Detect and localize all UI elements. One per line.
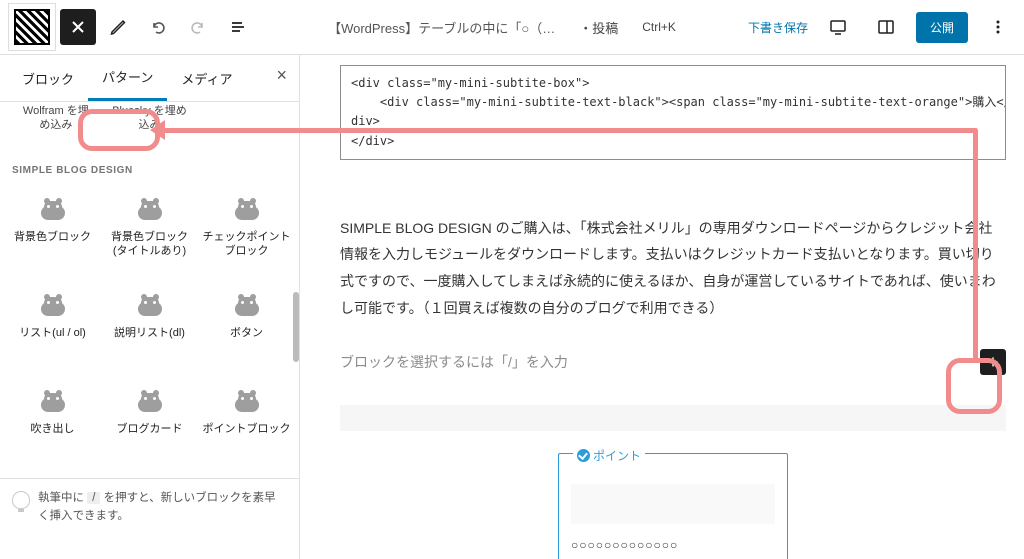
add-block-button[interactable]: + (980, 349, 1006, 375)
point-block[interactable]: ポイント ○○○○○○○○○○○○○ (558, 453, 788, 559)
close-icon[interactable]: × (276, 65, 287, 86)
block-point[interactable]: ポイントブロック (200, 380, 293, 472)
check-icon (577, 449, 590, 462)
top-toolbar: 【WordPress】テーブルの中に「○（… ・投稿 Ctrl+K 下書き保存 … (0, 0, 1024, 55)
point-badge: ポイント (573, 447, 645, 464)
command-shortcut: Ctrl+K (642, 20, 676, 34)
tip-bar: 執筆中に / を押すと、新しいブロックを素早く挿入できます。 (0, 478, 299, 536)
block-bg-color-title[interactable]: 背景色ブロック(タイトルあり) (103, 188, 196, 280)
save-draft-button[interactable]: 下書き保存 (748, 19, 808, 36)
paragraph-block[interactable]: SIMPLE BLOG DESIGN のご購入は、「株式会社メリル」の専用ダウン… (340, 215, 1006, 321)
redo-button[interactable] (180, 9, 216, 45)
sidebar-toggle-icon[interactable] (868, 9, 904, 45)
undo-button[interactable] (140, 9, 176, 45)
block-button[interactable]: ボタン (200, 284, 293, 376)
more-options-icon[interactable] (980, 9, 1016, 45)
lightbulb-icon (12, 491, 30, 509)
block-list[interactable]: リスト(ul / ol) (6, 284, 99, 376)
block-placeholder[interactable]: ブロックを選択するには「/」を入力 (340, 352, 568, 372)
point-inner-placeholder[interactable] (571, 484, 775, 524)
document-title: 【WordPress】テーブルの中に「○（… (328, 18, 555, 37)
block-bg-color[interactable]: 背景色ブロック (6, 188, 99, 280)
block-blogcard[interactable]: ブログカード (103, 380, 196, 472)
tab-patterns[interactable]: パターン (88, 55, 167, 101)
embed-row: Wolfram を埋 め込み Bluesky を埋め 込み (0, 102, 299, 141)
close-inserter-button[interactable] (60, 9, 96, 45)
editor-canvas[interactable]: <div class="my-mini-subtite-box"> <div c… (300, 55, 1024, 559)
spacer-block[interactable] (340, 405, 1006, 431)
point-body-text[interactable]: ○○○○○○○○○○○○○ (571, 538, 775, 552)
embed-bluesky[interactable]: Bluesky を埋め 込み (106, 104, 194, 133)
publish-button[interactable]: 公開 (916, 12, 968, 43)
edit-icon[interactable] (100, 9, 136, 45)
block-balloon[interactable]: 吹き出し (6, 380, 99, 472)
document-type: ・投稿 (579, 18, 618, 37)
scrollbar-thumb[interactable] (293, 292, 299, 362)
tip-text: 執筆中に / を押すと、新しいブロックを素早く挿入できます。 (38, 489, 287, 526)
tab-blocks[interactable]: ブロック (8, 57, 88, 100)
custom-html-block[interactable]: <div class="my-mini-subtite-box"> <div c… (340, 65, 1006, 160)
document-outline-button[interactable] (220, 9, 256, 45)
section-title: SIMPLE BLOG DESIGN (0, 141, 299, 182)
empty-paragraph-row: ブロックを選択するには「/」を入力 + (340, 349, 1006, 375)
inserter-tabs: ブロック パターン メディア × (0, 55, 299, 102)
document-title-area[interactable]: 【WordPress】テーブルの中に「○（… ・投稿 Ctrl+K (260, 18, 744, 37)
preview-desktop-icon[interactable] (820, 9, 856, 45)
block-dl[interactable]: 説明リスト(dl) (103, 284, 196, 376)
embed-wolfram[interactable]: Wolfram を埋 め込み (12, 104, 100, 133)
site-icon[interactable] (8, 3, 56, 51)
block-checkpoint[interactable]: チェックポイントブロック (200, 188, 293, 280)
block-inserter-sidebar: ブロック パターン メディア × Wolfram を埋 め込み Bluesky … (0, 55, 300, 559)
blocks-grid: 背景色ブロック 背景色ブロック(タイトルあり) チェックポイントブロック リスト… (0, 182, 299, 478)
tab-media[interactable]: メディア (167, 57, 246, 100)
